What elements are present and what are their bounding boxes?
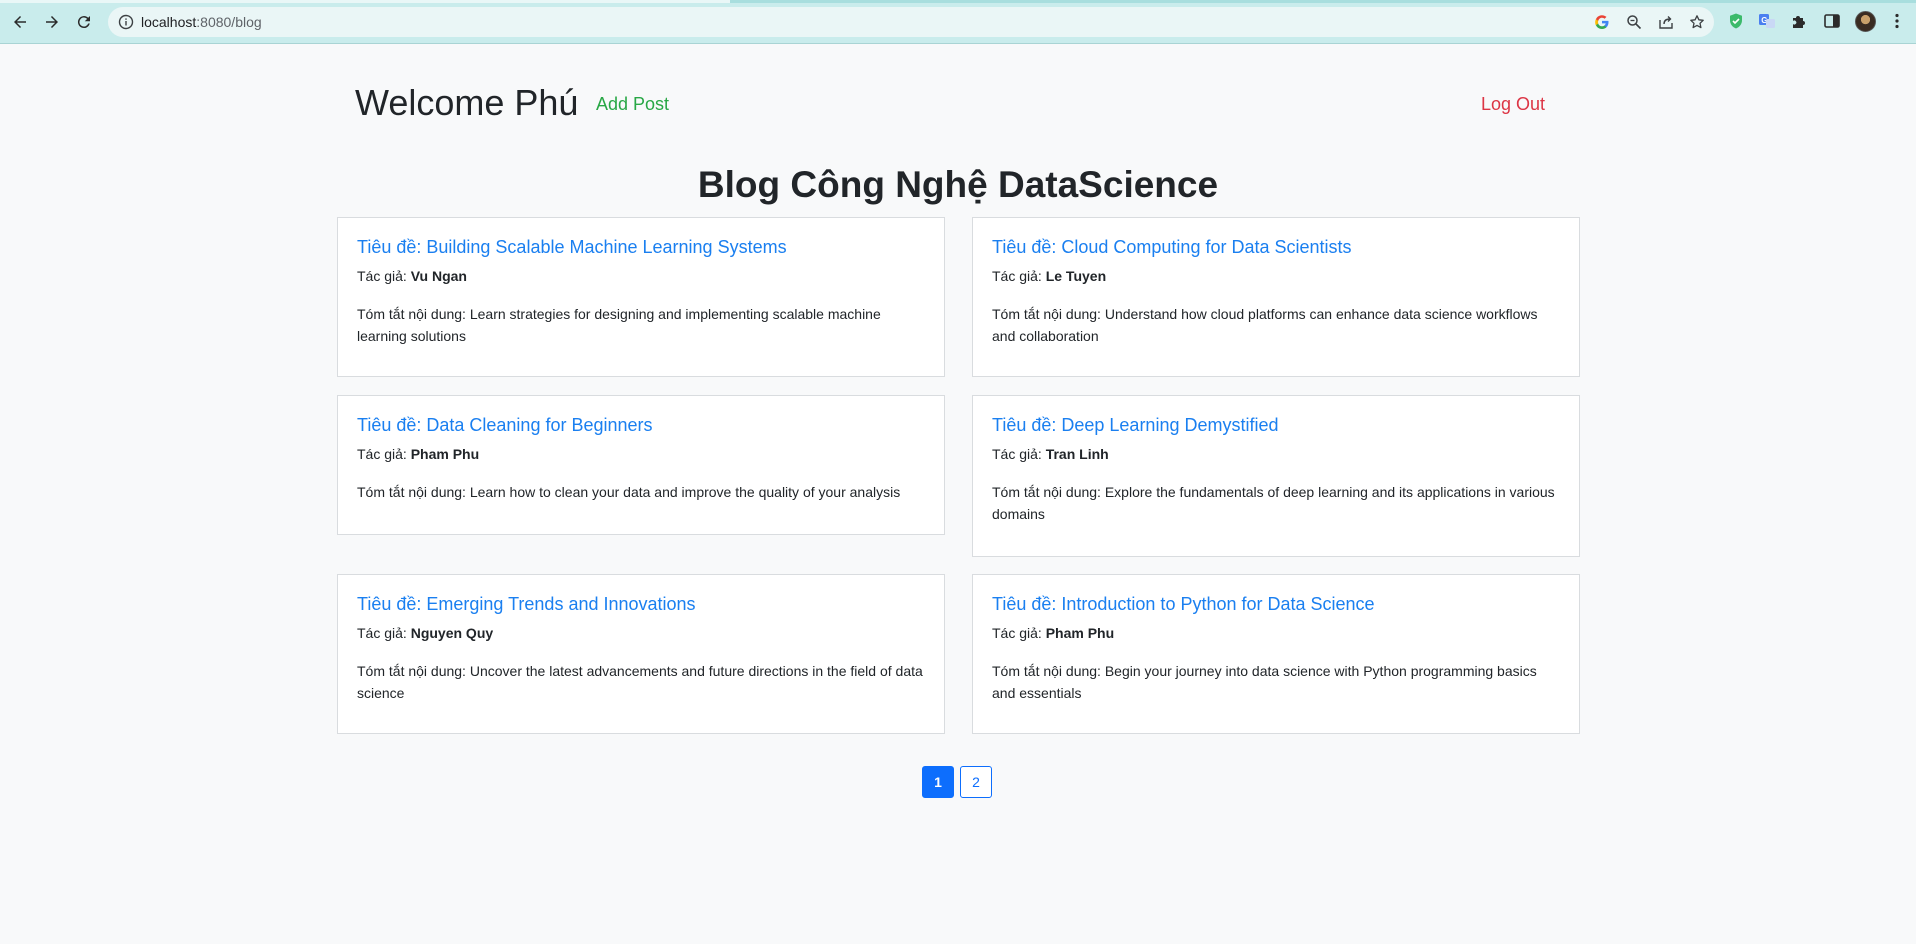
bookmark-star-icon[interactable]: [1688, 13, 1706, 31]
post-card: Tiêu đề: Deep Learning Demystified Tác g…: [972, 395, 1580, 557]
title-prefix: Tiêu đề:: [992, 594, 1062, 614]
summary-prefix: Tóm tắt nội dung:: [357, 663, 470, 679]
title-prefix: Tiêu đề:: [992, 415, 1062, 435]
url-text[interactable]: localhost:8080/blog: [141, 14, 262, 30]
author-prefix: Tác giả:: [992, 268, 1046, 284]
author-prefix: Tác giả:: [357, 268, 411, 284]
page-1-button[interactable]: 1: [922, 766, 954, 798]
url-host: localhost: [141, 14, 197, 30]
post-title-link[interactable]: Tiêu đề: Introduction to Python for Data…: [992, 593, 1560, 615]
author-prefix: Tác giả:: [992, 625, 1046, 641]
post-title: Introduction to Python for Data Science: [1061, 594, 1375, 614]
post-author: Tác giả: Tran Linh: [992, 445, 1560, 463]
post-author: Tác giả: Pham Phu: [992, 624, 1560, 642]
translate-extension-icon[interactable]: G: [1757, 11, 1777, 31]
post-title: Building Scalable Machine Learning Syste…: [426, 237, 787, 257]
author-name: Nguyen Quy: [410, 625, 494, 641]
summary-prefix: Tóm tắt nội dung:: [992, 484, 1105, 500]
url-path: :8080/blog: [196, 14, 262, 30]
post-summary: Tóm tắt nội dung: Understand how cloud p…: [992, 303, 1560, 347]
browser-toolbar: localhost:8080/blog G: [0, 0, 1916, 44]
pagination: 1 2: [922, 766, 992, 798]
active-tab[interactable]: [0, 0, 730, 3]
post-summary: Tóm tắt nội dung: Learn strategies for d…: [357, 303, 925, 347]
post-card: Tiêu đề: Building Scalable Machine Learn…: [337, 217, 945, 377]
author-name: Pham Phu: [410, 446, 480, 462]
summary-prefix: Tóm tắt nội dung:: [992, 306, 1105, 322]
post-card: Tiêu đề: Introduction to Python for Data…: [972, 574, 1580, 734]
post-title-link[interactable]: Tiêu đề: Emerging Trends and Innovations: [357, 593, 925, 615]
blog-title: Blog Công Nghệ DataScience: [697, 164, 1219, 205]
summary-text: Learn how to clean your data and improve…: [469, 484, 901, 500]
post-author: Tác giả: Vu Ngan: [357, 267, 925, 285]
post-card: Tiêu đề: Emerging Trends and Innovations…: [337, 574, 945, 734]
shield-extension-icon[interactable]: [1726, 11, 1746, 31]
side-panel-icon[interactable]: [1822, 11, 1842, 31]
title-prefix: Tiêu đề:: [357, 594, 427, 614]
post-title: Deep Learning Demystified: [1061, 415, 1279, 435]
post-title-link[interactable]: Tiêu đề: Deep Learning Demystified: [992, 414, 1560, 436]
author-prefix: Tác giả:: [357, 625, 411, 641]
post-title: Cloud Computing for Data Scientists: [1061, 237, 1352, 257]
author-name: Vu Ngan: [410, 268, 467, 284]
post-summary: Tóm tắt nội dung: Learn how to clean you…: [357, 481, 925, 503]
post-summary: Tóm tắt nội dung: Begin your journey int…: [992, 660, 1560, 704]
share-icon[interactable]: [1657, 13, 1675, 31]
author-name: Pham Phu: [1045, 625, 1115, 641]
post-title-link[interactable]: Tiêu đề: Building Scalable Machine Learn…: [357, 236, 925, 258]
post-title-link[interactable]: Tiêu đề: Cloud Computing for Data Scient…: [992, 236, 1560, 258]
post-summary: Tóm tắt nội dung: Uncover the latest adv…: [357, 660, 925, 704]
author-prefix: Tác giả:: [992, 446, 1046, 462]
add-post-link[interactable]: Add Post: [596, 94, 669, 115]
post-title-link[interactable]: Tiêu đề: Data Cleaning for Beginners: [357, 414, 925, 436]
title-prefix: Tiêu đề:: [357, 237, 427, 257]
post-summary: Tóm tắt nội dung: Explore the fundamenta…: [992, 481, 1560, 525]
zoom-icon[interactable]: [1625, 13, 1643, 31]
forward-icon[interactable]: [40, 10, 64, 34]
author-name: Tran Linh: [1045, 446, 1109, 462]
page-2-button[interactable]: 2: [960, 766, 992, 798]
post-card: Tiêu đề: Cloud Computing for Data Scient…: [972, 217, 1580, 377]
title-prefix: Tiêu đề:: [992, 237, 1062, 257]
post-title: Emerging Trends and Innovations: [426, 594, 696, 614]
site-info-icon[interactable]: [118, 14, 134, 30]
post-author: Tác giả: Nguyen Quy: [357, 624, 925, 642]
back-icon[interactable]: [8, 10, 32, 34]
summary-prefix: Tóm tắt nội dung:: [992, 663, 1105, 679]
summary-prefix: Tóm tắt nội dung:: [357, 306, 470, 322]
more-menu-icon[interactable]: [1887, 11, 1907, 31]
author-name: Le Tuyen: [1045, 268, 1107, 284]
post-title: Data Cleaning for Beginners: [426, 415, 653, 435]
tab-strip: [0, 0, 1916, 3]
post-card: Tiêu đề: Data Cleaning for Beginners Tác…: [337, 395, 945, 535]
post-author: Tác giả: Le Tuyen: [992, 267, 1560, 285]
welcome-heading: Welcome Phú: [355, 82, 579, 123]
post-author: Tác giả: Pham Phu: [357, 445, 925, 463]
extensions-puzzle-icon[interactable]: [1789, 11, 1809, 31]
profile-avatar[interactable]: [1855, 11, 1876, 32]
address-bar[interactable]: localhost:8080/blog: [108, 7, 1714, 37]
summary-prefix: Tóm tắt nội dung:: [357, 484, 470, 500]
page-content: Welcome Phú Add Post Log Out Blog Công N…: [0, 45, 1916, 944]
author-prefix: Tác giả:: [357, 446, 411, 462]
title-prefix: Tiêu đề:: [357, 415, 427, 435]
google-icon[interactable]: [1593, 13, 1611, 31]
reload-icon[interactable]: [72, 10, 96, 34]
logout-link[interactable]: Log Out: [1481, 94, 1545, 115]
